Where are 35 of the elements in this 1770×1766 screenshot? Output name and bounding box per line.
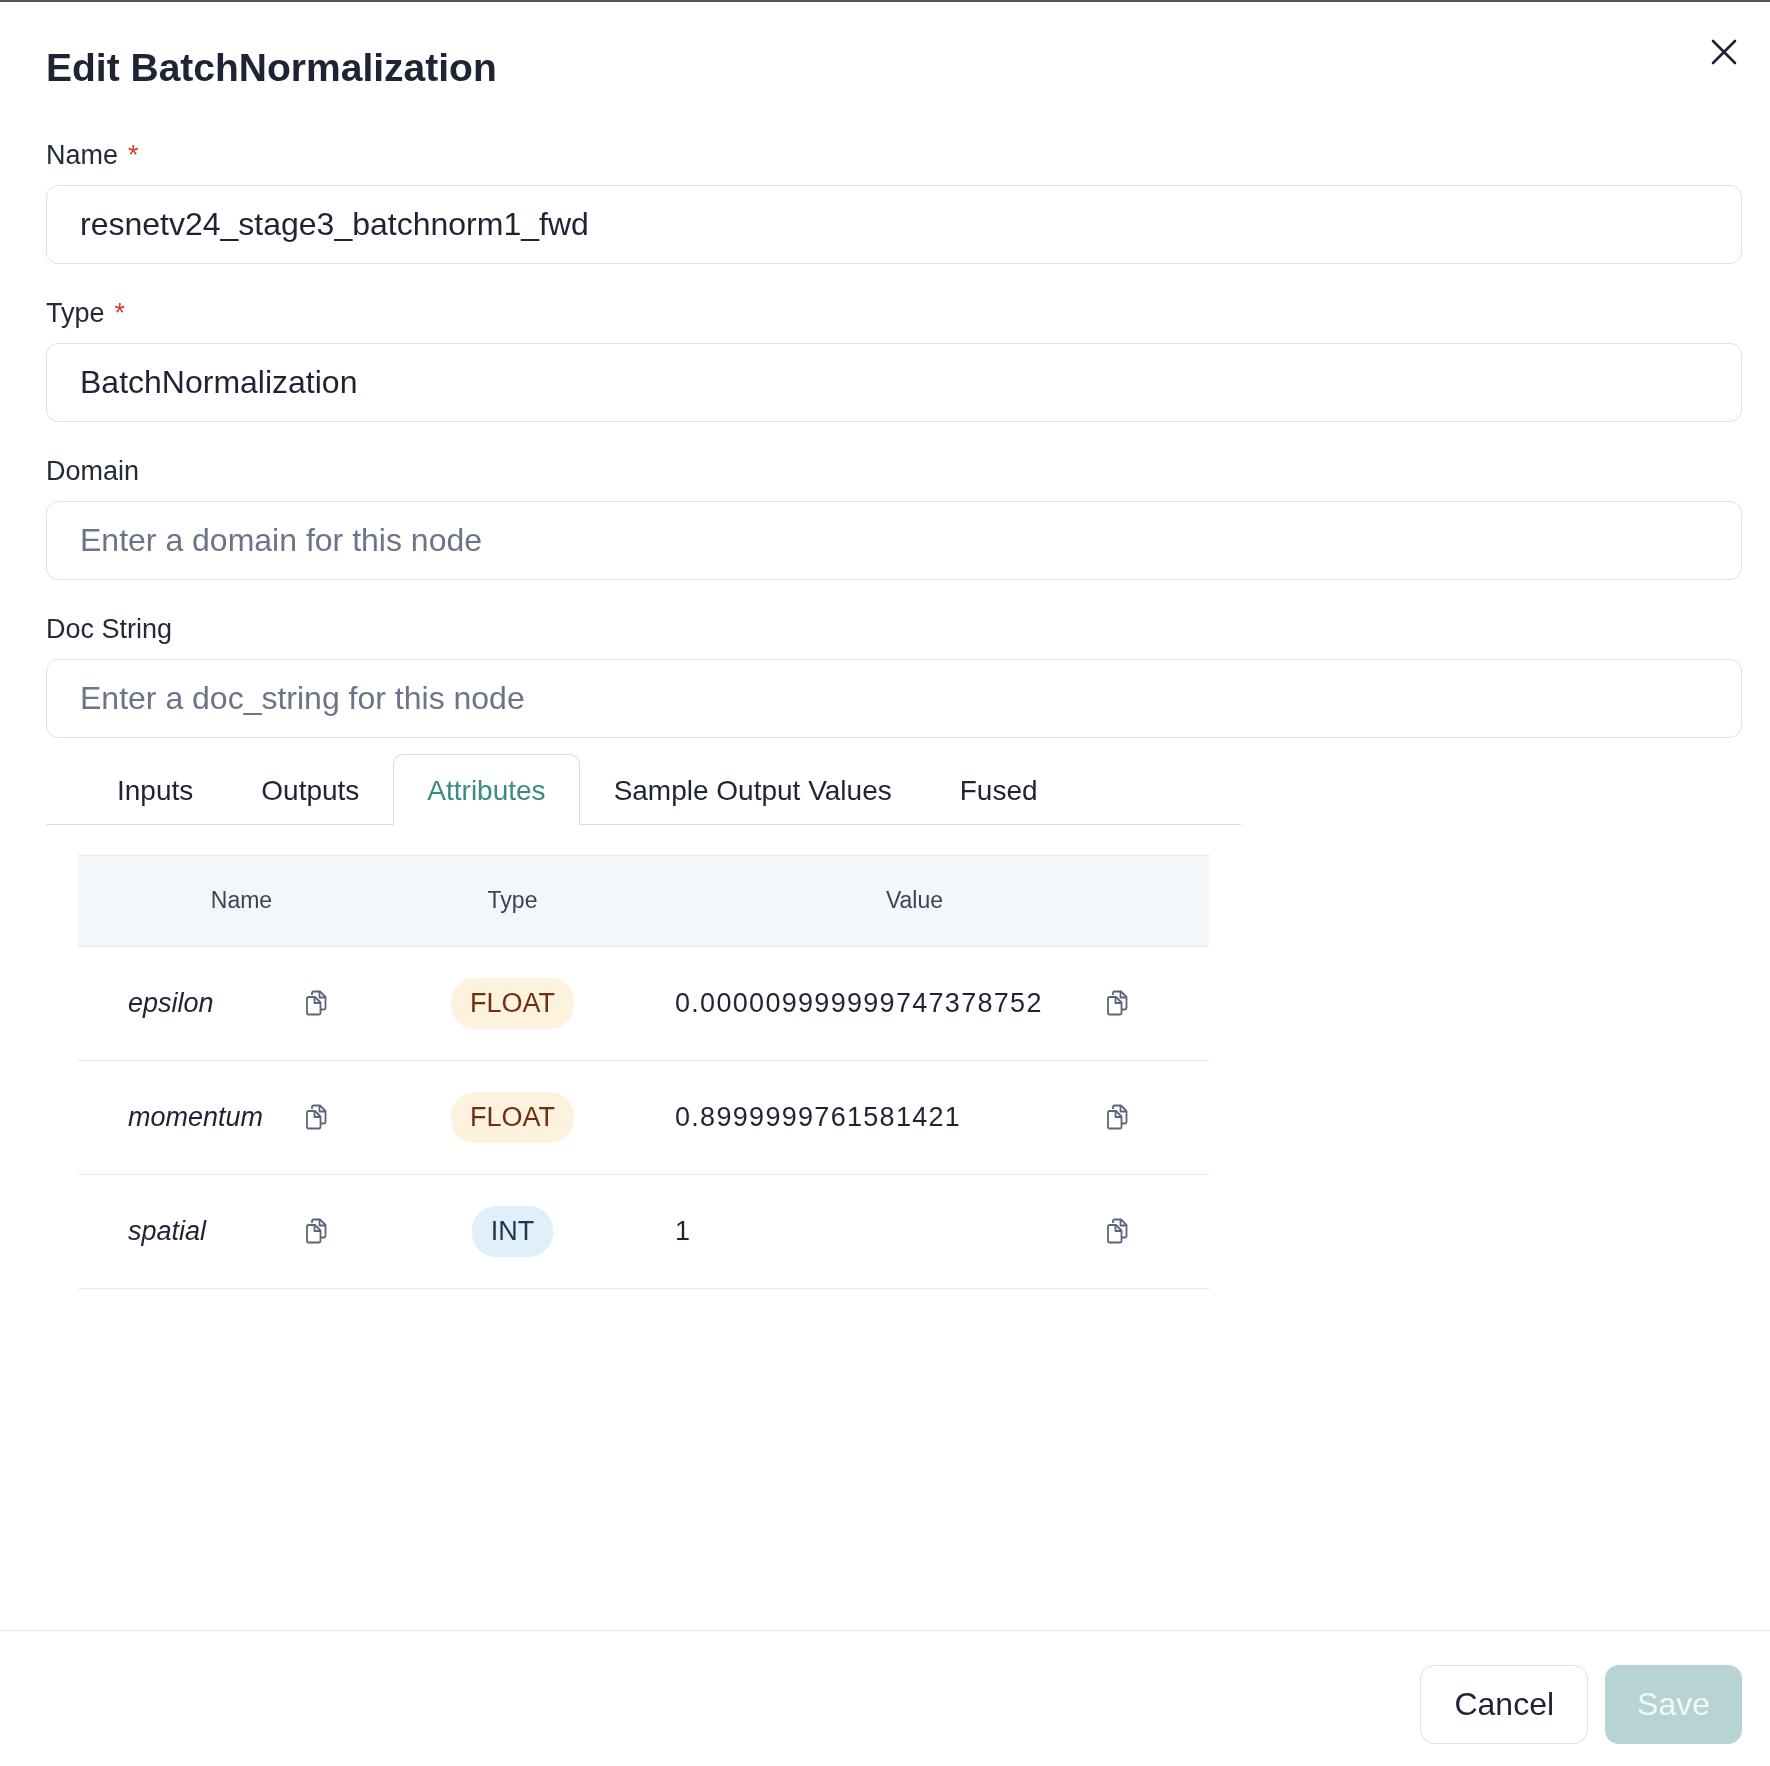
copy-icon[interactable]: [1105, 1218, 1129, 1244]
type-badge: FLOAT: [451, 1091, 574, 1143]
cancel-button[interactable]: Cancel: [1420, 1665, 1589, 1744]
copy-icon[interactable]: [304, 1218, 328, 1244]
type-badge: INT: [471, 1205, 554, 1257]
input-field[interactable]: Enter a domain for this node: [46, 501, 1742, 580]
field-label: Name: [46, 140, 119, 171]
column-header: Type: [486, 887, 539, 914]
field-label: Type: [46, 298, 105, 329]
copy-icon[interactable]: [1105, 990, 1129, 1016]
copy-icon[interactable]: [1105, 1104, 1129, 1130]
attribute-value: 1: [675, 1215, 693, 1247]
attribute-value: 0.8999999761581421: [675, 1101, 963, 1133]
input-field[interactable]: BatchNormalization: [46, 343, 1742, 422]
attribute-name: spatial: [128, 1215, 208, 1247]
attribute-name: epsilon: [128, 987, 215, 1019]
tab[interactable]: Sample Output Values: [579, 754, 926, 825]
input-field[interactable]: resnetv24_stage3_batchnorm1_fwd: [46, 185, 1742, 264]
tab[interactable]: Outputs: [227, 754, 394, 825]
field-label: Domain: [46, 456, 140, 487]
attribute-name: momentum: [128, 1101, 265, 1133]
attribute-value: 0.000009999999747378752: [675, 987, 1044, 1019]
dialog-title: Edit BatchNormalization: [46, 46, 497, 90]
required-mark: *: [114, 298, 126, 329]
tab[interactable]: Fused: [925, 754, 1072, 825]
column-header: Name: [209, 887, 274, 914]
tab[interactable]: Attributes: [393, 754, 580, 825]
type-badge: FLOAT: [451, 977, 574, 1029]
input-field[interactable]: Enter a doc_string for this node: [46, 659, 1742, 738]
copy-icon[interactable]: [304, 990, 328, 1016]
required-mark: *: [128, 140, 139, 171]
field-label: Doc String: [46, 614, 173, 645]
copy-icon[interactable]: [304, 1104, 328, 1130]
column-header: Value: [884, 887, 945, 914]
tab[interactable]: Inputs: [83, 754, 228, 825]
